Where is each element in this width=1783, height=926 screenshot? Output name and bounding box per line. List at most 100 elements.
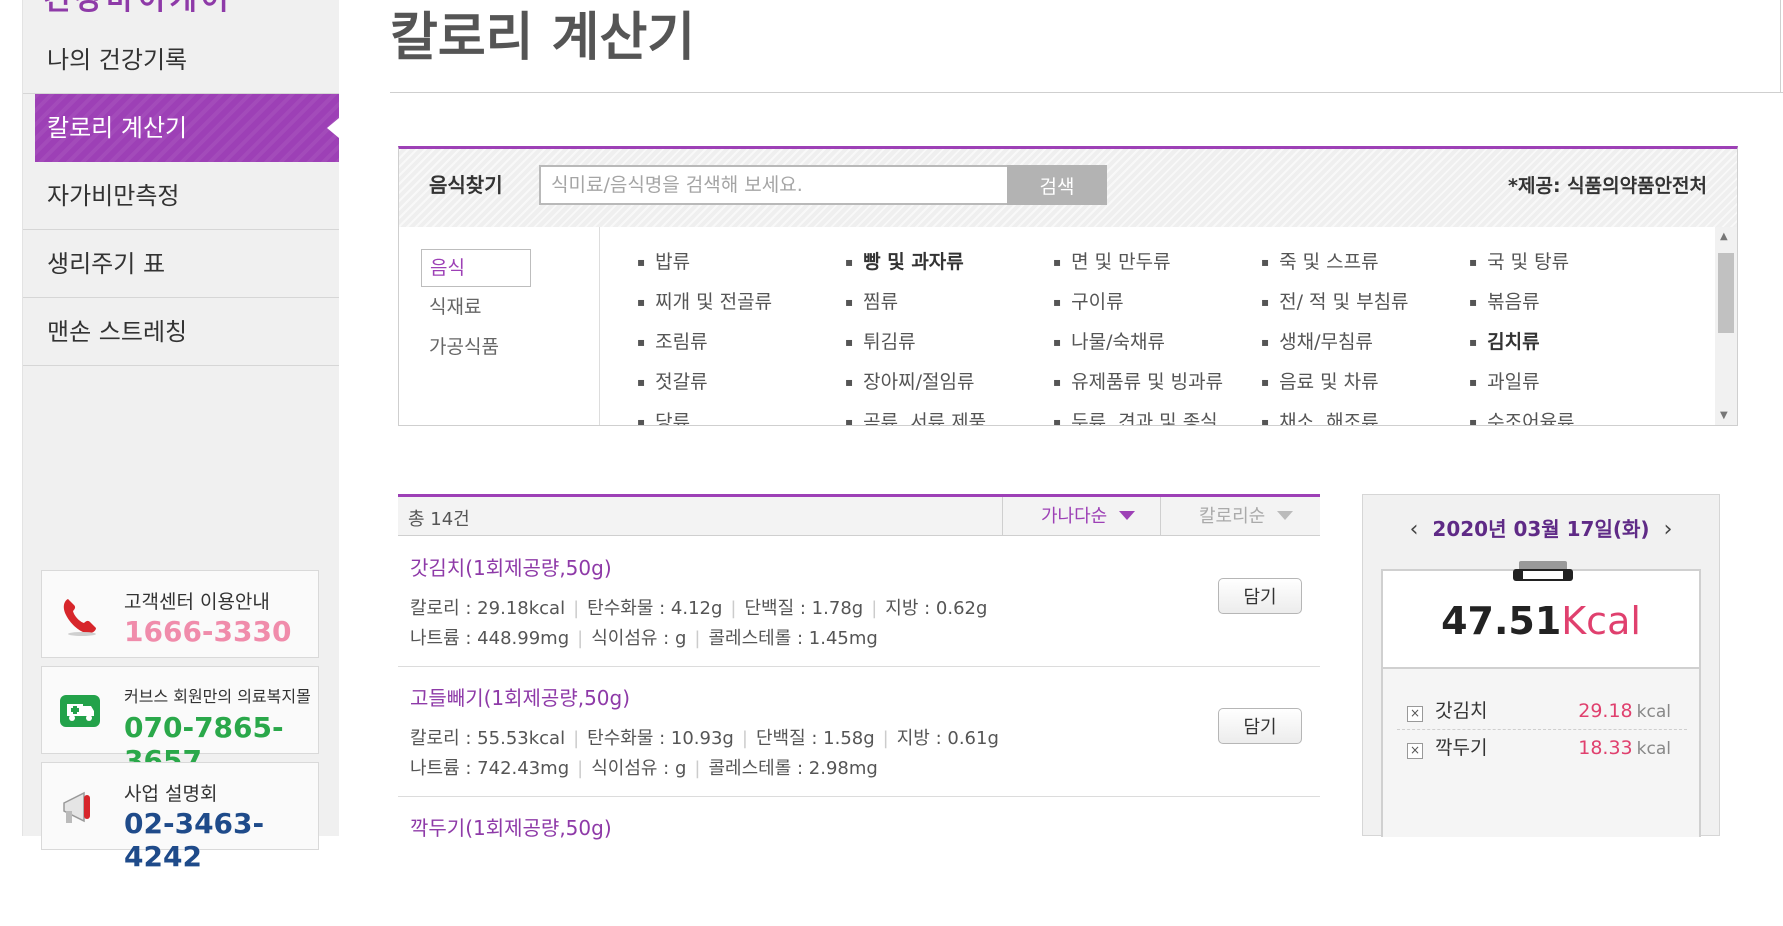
sidebar-item-obesity-check[interactable]: 자가비만측정 [23, 162, 339, 230]
category-type-ingredient[interactable]: 식재료 [421, 289, 529, 325]
category-item[interactable]: 수조어육류 [1469, 407, 1669, 425]
category-item[interactable]: 당류 [637, 407, 837, 425]
customer-center-label: 고객센터 이용안내 [124, 591, 270, 613]
category-item[interactable]: 김치류 [1469, 327, 1669, 357]
category-item[interactable]: 밥류 [637, 247, 837, 277]
megaphone-icon [63, 791, 90, 823]
category-grid: 밥류 빵 및 과자류 면 및 만두류 죽 및 스프류 국 및 탕류 찌개 및 전… [599, 227, 1709, 425]
scroll-up-icon[interactable]: ▲ [1720, 231, 1728, 242]
food-name-link[interactable]: 깍두기(1회제공량,50g) [410, 812, 612, 841]
total-calorie-unit: Kcal [1561, 599, 1641, 643]
sidebar-item-calorie-calculator[interactable]: 칼로리 계산기 [35, 94, 339, 162]
category-item[interactable]: 두류, 견과 및 종실 [1053, 407, 1253, 425]
customer-center-number: 1666-3330 [124, 615, 292, 648]
add-food-button[interactable]: 담기 [1218, 708, 1302, 744]
food-name-link[interactable]: 갓김치(1회제공량,50g) [410, 552, 612, 581]
search-input[interactable] [539, 165, 1009, 205]
category-item[interactable]: 빵 및 과자류 [845, 247, 1045, 277]
welfare-mall-label: 커브스 회원만의 의료복지몰 [124, 687, 311, 706]
search-label: 음식찾기 [429, 173, 503, 197]
calorie-value: 칼로리 : 29.18kcal [410, 598, 566, 619]
next-date-icon[interactable]: › [1664, 517, 1673, 542]
category-item[interactable]: 구이류 [1053, 287, 1253, 317]
category-type-list: 음식 식재료 가공식품 [399, 227, 600, 425]
category-item[interactable]: 나물/숙채류 [1053, 327, 1253, 357]
food-name-link[interactable]: 고들빼기(1회제공량,50g) [410, 682, 630, 711]
sort-down-icon [1277, 511, 1294, 520]
welfare-mall-box[interactable]: 커브스 회원만의 의료복지몰 070-7865-3657 [41, 666, 319, 777]
add-food-button[interactable]: 담기 [1218, 578, 1302, 614]
category-item[interactable]: 찌개 및 전골류 [637, 287, 837, 317]
category-item[interactable]: 면 및 만두류 [1053, 247, 1253, 277]
search-bar: 음식찾기 검색 *제공: 식품의약품안전처 [399, 149, 1737, 227]
food-list-item: 고들빼기(1회제공량,50g) 칼로리 : 55.53kcal | 탄수화물 : 1… [398, 666, 1320, 797]
food-nutrition-extra: 나트륨 : 448.99mg | 식이섬유 : g | 콜레스테롤 : 1.45mg [410, 628, 878, 649]
category-type-food[interactable]: 음식 [421, 249, 531, 287]
category-item[interactable]: 전/ 적 및 부침류 [1261, 287, 1461, 317]
scroll-down-icon[interactable]: ▼ [1720, 410, 1728, 421]
category-item[interactable]: 곡류, 서류 제품 [845, 407, 1045, 425]
sidebar-nav: 나의 건강기록 칼로리 계산기 자가비만측정 생리주기 표 맨손 스트레칭 [23, 26, 339, 366]
food-nutrition-main: 칼로리 : 55.53kcal | 탄수화물 : 10.93g | 단백질 : 1.58… [410, 728, 999, 749]
title-divider [390, 92, 1783, 93]
category-item[interactable]: 생채/무침류 [1261, 327, 1461, 357]
prev-date-icon[interactable]: ‹ [1410, 517, 1419, 542]
daily-calorie-panel: ‹ 2020년 03월 17일(화) › 47.51Kcal × 갓김치 29.18 k… [1362, 494, 1720, 837]
added-food-name: 갓김치 [1435, 700, 1488, 722]
sodium-value: 나트륨 : 448.99mg [410, 628, 570, 649]
clipboard-clip-icon [1513, 561, 1573, 581]
category-scrollbar[interactable]: ▲ ▼ [1715, 227, 1737, 425]
ambulance-icon [60, 695, 100, 727]
category-item[interactable]: 죽 및 스프류 [1261, 247, 1461, 277]
category-item[interactable]: 채소, 해조류 [1261, 407, 1461, 425]
sidebar-item-health-record[interactable]: 나의 건강기록 [23, 26, 339, 94]
category-item[interactable]: 찜류 [845, 287, 1045, 317]
sort-by-calorie-button[interactable]: 칼로리순 [1160, 497, 1318, 536]
calorie-summary-card: 47.51Kcal × 갓김치 29.18 kcal × 깍두기 18.33 kcal [1381, 561, 1701, 837]
category-item[interactable]: 장아찌/절임류 [845, 367, 1045, 397]
sidebar: 건강마이케어 나의 건강기록 칼로리 계산기 자가비만측정 생리주기 표 맨손 … [22, 0, 339, 873]
sort-down-icon [1119, 511, 1136, 520]
protein-value: 단백질 : 1.78g [744, 598, 864, 619]
category-item[interactable]: 과일류 [1469, 367, 1669, 397]
total-calorie-value: 47.51 [1441, 599, 1562, 643]
search-button[interactable]: 검색 [1007, 165, 1107, 205]
added-food-item: × 갓김치 29.18 kcal [1397, 693, 1687, 729]
added-food-kcal: 29.18 [1578, 700, 1633, 722]
sidebar-item-period-chart[interactable]: 생리주기 표 [23, 230, 339, 298]
sort-by-name-label: 가나다순 [1041, 506, 1108, 527]
category-item[interactable]: 국 및 탕류 [1469, 247, 1669, 277]
sort-by-name-button[interactable]: 가나다순 [1002, 497, 1160, 536]
added-food-list: × 갓김치 29.18 kcal × 깍두기 18.33 kcal [1383, 669, 1699, 837]
sidebar-item-stretching[interactable]: 맨손 스트레칭 [23, 298, 339, 366]
fat-value: 지방 : 0.61g [896, 728, 999, 749]
food-list-item: 깍두기(1회제공량,50g) [398, 796, 1320, 926]
food-nutrition-main: 칼로리 : 29.18kcal | 탄수화물 : 4.12g | 단백질 : 1.78g… [410, 598, 988, 619]
category-item[interactable]: 유제품류 및 빙과류 [1053, 367, 1253, 397]
customer-center-box[interactable]: 고객센터 이용안내 1666-3330 [41, 570, 319, 658]
food-search-panel: 음식찾기 검색 *제공: 식품의약품안전처 음식 식재료 가공식품 밥류 빵 및… [398, 146, 1738, 426]
total-calorie: 47.51Kcal [1383, 599, 1699, 643]
right-border [1780, 0, 1781, 92]
business-seminar-box[interactable]: 사업 설명회 02-3463-4242 [41, 762, 319, 873]
remove-item-icon[interactable]: × [1407, 706, 1423, 722]
results-header: 총 14건 가나다순 칼로리순 [398, 494, 1320, 536]
data-provider-note: *제공: 식품의약품안전처 [1508, 175, 1707, 197]
business-seminar-number: 02-3463-4242 [124, 807, 265, 873]
category-type-processed[interactable]: 가공식품 [421, 329, 529, 365]
sodium-value: 나트륨 : 742.43mg [410, 758, 570, 779]
added-food-name: 깍두기 [1435, 737, 1488, 759]
category-item[interactable]: 볶음류 [1469, 287, 1669, 317]
category-item[interactable]: 조림류 [637, 327, 837, 357]
food-results: 총 14건 가나다순 칼로리순 갓김치(1회제공량,50g) 칼로리 : 29.… [398, 494, 1320, 840]
selected-date: 2020년 03월 17일(화) [1432, 517, 1650, 541]
scroll-thumb[interactable] [1718, 253, 1734, 333]
added-food-item: × 깍두기 18.33 kcal [1397, 729, 1687, 766]
category-item[interactable]: 튀김류 [845, 327, 1045, 357]
calorie-value: 칼로리 : 55.53kcal [410, 728, 566, 749]
kcal-unit: kcal [1636, 702, 1671, 722]
category-item[interactable]: 음료 및 차류 [1261, 367, 1461, 397]
remove-item-icon[interactable]: × [1407, 743, 1423, 759]
category-item[interactable]: 젓갈류 [637, 367, 837, 397]
business-seminar-label: 사업 설명회 [124, 783, 218, 805]
